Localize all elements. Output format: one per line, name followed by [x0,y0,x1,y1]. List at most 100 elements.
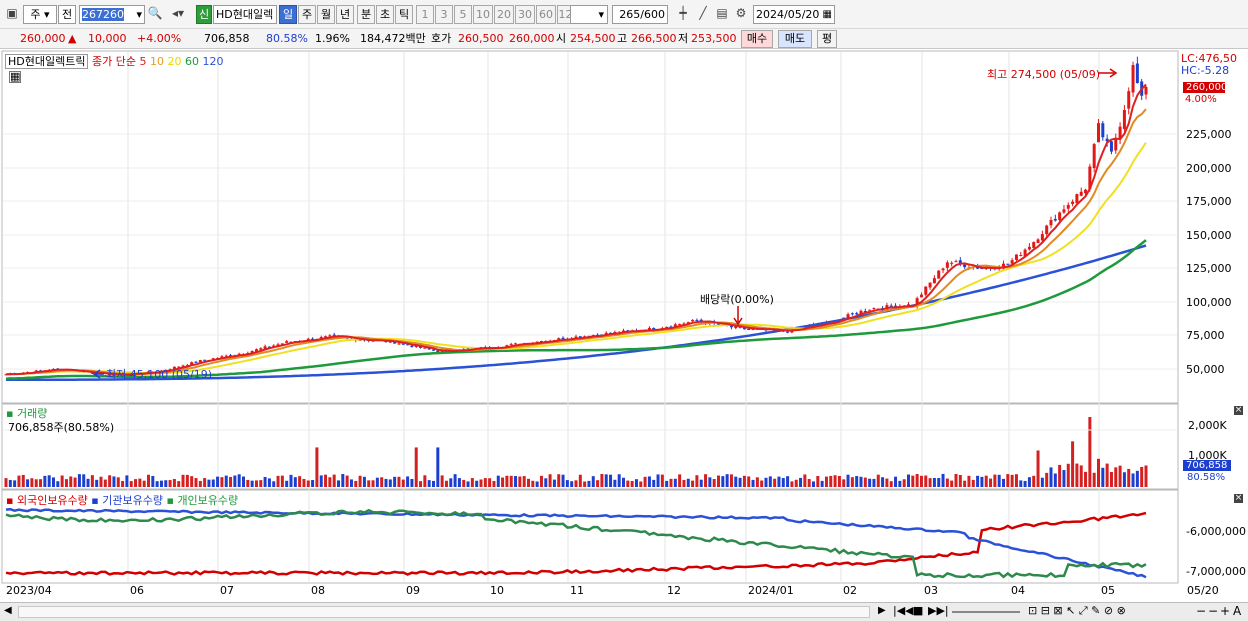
volume-bar [216,476,220,487]
volume-bar [172,478,176,487]
candle-body [1040,234,1044,241]
scroll-track[interactable] [18,606,870,618]
candle-body [695,320,699,322]
volume-bar [362,476,366,487]
volume-bar [863,477,867,487]
volume-bar [203,478,207,487]
volume-bar [1092,472,1096,487]
volume-bar [414,447,418,487]
volume-bar [1097,458,1100,487]
volume-bar [125,475,129,487]
candle-body [941,268,945,271]
tools-icons[interactable]: ⊡ ⊟ ⊠ ↖ ⤢ ✎ ⊘ ⊗ [1028,604,1126,618]
volume-bar [380,477,384,487]
high-annotation: 최고 274,500 (05/09) [987,68,1101,81]
text-size-icon[interactable]: A [1233,604,1241,618]
volume-bar [47,475,51,487]
volume-bar [820,480,824,487]
x-axis-label: 2024/01 [748,584,794,597]
zoom-slider[interactable] [952,611,1020,613]
holding-close-icon[interactable]: × [1234,494,1243,503]
stock-chart[interactable] [0,0,1248,602]
volume-bar [73,477,77,487]
scroll-right-icon[interactable]: ▶ [878,605,886,616]
candle-body [1144,87,1148,95]
volume-bar [712,479,716,487]
grid-toggle-icon[interactable]: ▦ [9,71,21,83]
first-icon[interactable]: |◀◀ [893,604,914,617]
volume-bar [578,474,582,487]
candle-body [954,261,958,263]
volume-bar [134,479,138,487]
candle-body [1049,219,1053,226]
zoom-in-icon[interactable]: + [1220,604,1230,618]
zoom-out-icon[interactable]: − [1196,604,1206,618]
volume-close-icon[interactable]: × [1234,406,1243,415]
candle-body [1058,212,1062,221]
volume-bar [807,479,811,487]
volume-bar [1114,467,1118,487]
volume-bar [1131,473,1135,487]
volume-bar [596,480,600,487]
volume-bar [583,481,587,487]
last-icon[interactable]: ▶▶| [928,604,949,617]
volume-bar [859,476,863,487]
volume-bar [406,476,410,487]
volume-bar [69,476,73,487]
volume-bar [518,476,522,487]
volume-bar [4,478,8,487]
candle-body [1092,144,1096,169]
volume-bar [272,481,276,487]
legend-ma-label: 종가 단순 [91,55,136,68]
volume-bar [665,480,669,487]
zoom-reset-icon[interactable]: − [1208,604,1218,618]
volume-bar [1032,475,1036,487]
volume-bar [997,474,1001,487]
volume-bar [647,476,651,487]
candle-body [1066,204,1070,209]
volume-bar [678,474,682,487]
volume-bar [142,480,146,487]
volume-bar [945,478,949,487]
volume-bar [643,476,647,487]
volume-bar [375,477,379,487]
stop-icon[interactable]: ■ [913,604,923,617]
x-axis-label: 10 [490,584,504,597]
volume-bar [168,480,172,487]
bottom-scrollbar[interactable]: ◀ ▶ |◀◀ ■ ▶▶| ⊡ ⊟ ⊠ ↖ ⤢ ✎ ⊘ ⊗ − − + A [0,602,1248,621]
volume-bar [971,479,975,487]
candle-body [1097,123,1100,143]
price-tick: 200,000 [1186,162,1232,175]
volume-bar [21,474,25,487]
scroll-left-icon[interactable]: ◀ [4,605,12,616]
volume-bar [950,480,954,487]
volume-bar [803,474,807,487]
volume-bar [626,480,630,487]
volume-bar [280,475,284,487]
price-legend: HD현대일렉트릭 종가 단순 5 10 20 60 120 [5,53,223,69]
volume-bar [501,477,505,487]
legend-inst: ▪ 기관보유수량 [91,494,163,507]
volume-bar [1006,474,1010,487]
candle-body [963,264,967,268]
candle-body [868,309,872,311]
volume-bar [609,474,613,487]
volume-bar [885,478,889,487]
volume-bar [760,480,764,487]
candle-body [747,329,751,331]
holding-tick-7m: -7,000,000 [1186,565,1246,578]
volume-bar [673,478,677,487]
candle-body [509,343,513,345]
volume-bar [103,479,107,487]
legend-foreign: ▪ 외국인보유수량 [6,494,88,507]
volume-bar [440,475,444,487]
legend-ma120: 120 [202,55,224,68]
legend-stock-name[interactable]: HD현대일렉트릭 [5,54,89,69]
volume-bar [932,477,936,487]
volume-bar [138,478,142,487]
volume-bar [151,475,155,487]
volume-bar [768,476,772,487]
volume-bar [13,480,17,487]
volume-bar [190,476,194,487]
volume-bar [250,480,254,487]
